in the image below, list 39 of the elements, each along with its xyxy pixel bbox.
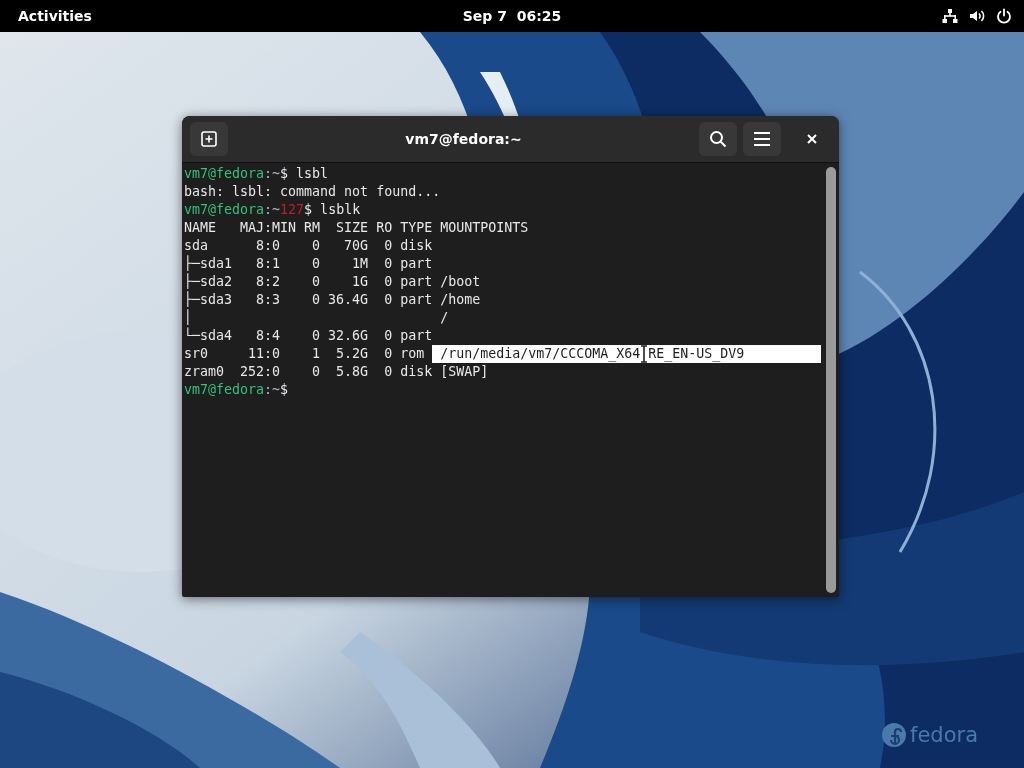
logo-text: fedora	[910, 724, 978, 746]
output-text: zram0 252:0 0 5.8G 0 disk [SWAP]	[184, 363, 489, 381]
activities-button[interactable]: Activities	[6, 4, 104, 28]
output-text: │ /	[184, 309, 449, 327]
menu-button[interactable]	[743, 122, 781, 156]
command-text: $	[280, 381, 289, 399]
command-text: $ lsblk	[304, 201, 361, 219]
exit-status: 127	[280, 201, 305, 219]
menu-icon	[754, 132, 770, 146]
prompt-path: :~	[264, 201, 281, 219]
plus-box-icon	[201, 131, 217, 147]
command-text: $ lsbl	[280, 165, 329, 183]
output-text: └─sda4 8:4 0 32.6G 0 part	[184, 327, 433, 345]
scrollbar-thumb[interactable]	[826, 167, 836, 593]
output-text: ├─sda3 8:3 0 36.4G 0 part /home	[184, 291, 481, 309]
selected-text: RE_EN-US_DV9	[648, 345, 745, 363]
prompt-path: :~	[264, 381, 281, 399]
output-text: ├─sda1 8:1 0 1M 0 part	[184, 255, 433, 273]
output-text: ├─sda2 8:2 0 1G 0 part /boot	[184, 273, 481, 291]
volume-icon[interactable]	[968, 8, 986, 24]
selected-text: /run/media/vm7/CCCOMA_X64	[440, 345, 641, 363]
output-text: NAME MAJ:MIN RM SIZE RO TYPE MOUNTPOINTS	[184, 219, 529, 237]
search-icon	[709, 130, 727, 148]
close-icon	[806, 133, 818, 145]
network-icon[interactable]	[942, 8, 958, 24]
output-text: bash: lsbl: command not found...	[184, 183, 441, 201]
search-button[interactable]	[699, 122, 737, 156]
fedora-logo-icon	[882, 723, 906, 747]
output-text: sda 8:0 0 70G 0 disk	[184, 237, 433, 255]
new-tab-button[interactable]	[190, 122, 228, 156]
prompt-path: :~	[264, 165, 281, 183]
prompt-user: vm7@fedora	[184, 201, 265, 219]
prompt-user: vm7@fedora	[184, 381, 265, 399]
power-icon[interactable]	[996, 8, 1012, 24]
prompt-user: vm7@fedora	[184, 165, 265, 183]
output-text: sr0 11:0 1 5.2G 0 rom	[184, 345, 425, 363]
window-title: vm7@fedora:~	[404, 131, 523, 147]
text-cursor-icon	[640, 345, 649, 363]
clock[interactable]: Sep 7 06:25	[462, 8, 562, 24]
